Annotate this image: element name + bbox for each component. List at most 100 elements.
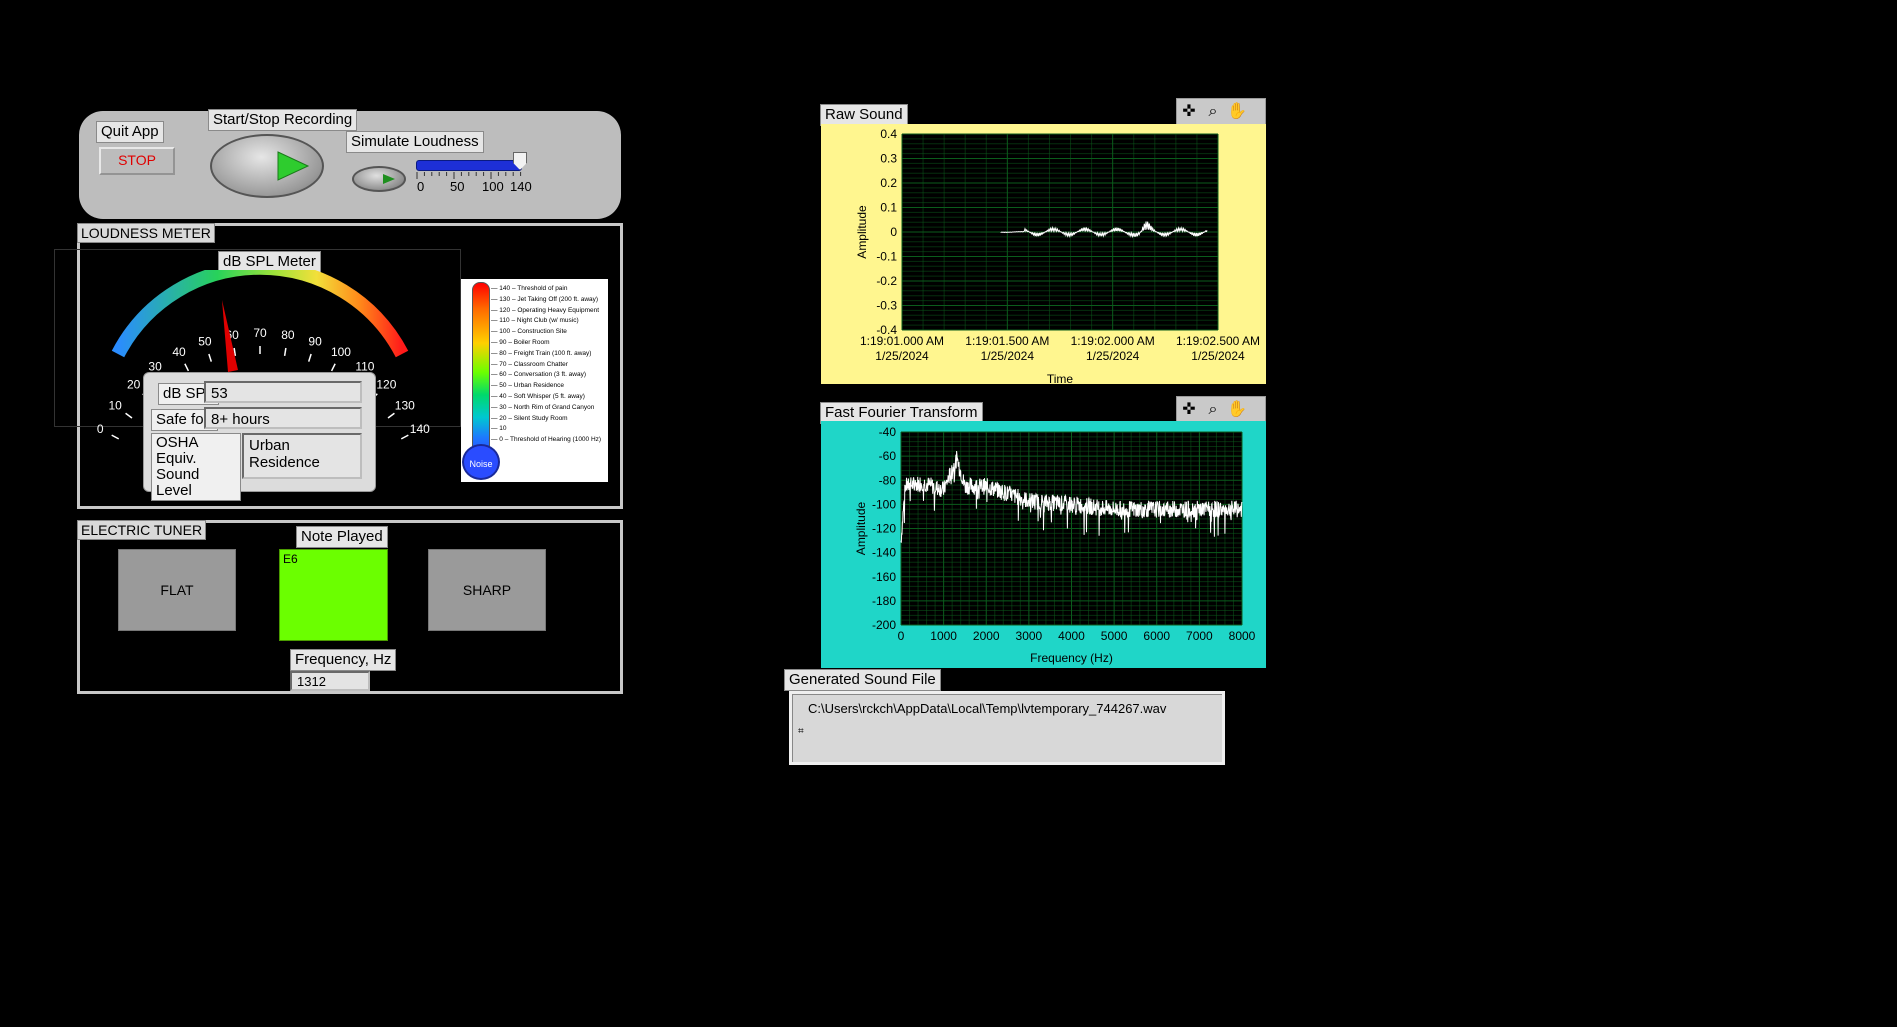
y-tick-label: 0 — [890, 225, 897, 239]
x-tick-label: 1/25/2024 — [875, 349, 929, 363]
y-tick-label: -0.2 — [876, 274, 897, 288]
raw-sound-toolbar: ✜ ⌕ ✋ — [1176, 98, 1266, 126]
flat-indicator: FLAT — [118, 549, 236, 631]
x-tick-label: 6000 — [1143, 629, 1170, 643]
gauge-tick-label: 100 — [331, 345, 351, 359]
pan-hand-icon[interactable]: ✋ — [1226, 101, 1248, 123]
zoom-icon[interactable]: ⌕ — [1202, 101, 1224, 123]
simulate-label: Simulate Loudness — [346, 131, 484, 153]
y-tick-label: 0.1 — [880, 201, 897, 215]
frequency-value: 1312 — [290, 671, 370, 691]
play-icon — [277, 151, 310, 181]
y-tick-label: -0.1 — [876, 250, 897, 264]
thermometer-scale-item: — 40 – Soft Whisper (5 ft. away) — [491, 393, 585, 400]
slider-tick-50: 50 — [450, 179, 465, 194]
cursor-icon[interactable]: ✜ — [1178, 101, 1200, 123]
stop-button-label: STOP — [118, 152, 156, 168]
y-tick-label: 0.4 — [880, 127, 897, 141]
y-tick-label: -200 — [872, 618, 896, 632]
thermometer-tube — [472, 282, 490, 456]
osha-label: OSHA Equiv. Sound Level — [151, 433, 241, 501]
thermometer-scale-item: — 70 – Classroom Chatter — [491, 360, 568, 368]
x-axis-label: Frequency (Hz) — [1030, 651, 1113, 665]
safe-value: 8+ hours — [204, 407, 362, 429]
gauge-tick — [400, 434, 409, 440]
thermometer-scale-item: — 30 – North Rim of Grand Canyon — [491, 403, 595, 411]
spl-value: 53 — [204, 381, 362, 403]
gauge-tick — [283, 347, 287, 357]
gauge-tick-label: 0 — [97, 422, 104, 436]
cursor-icon[interactable]: ✜ — [1178, 399, 1200, 421]
frequency-label: Frequency, Hz — [290, 649, 397, 671]
gauge-tick-label: 10 — [108, 398, 122, 412]
thermometer-scale-item: — 90 – Boiler Room — [491, 339, 550, 346]
x-axis-label: Time — [1047, 372, 1074, 384]
y-tick-label: -120 — [872, 522, 896, 536]
y-tick-label: -0.3 — [876, 299, 897, 313]
loudness-slider[interactable]: 0 50 100 140 — [414, 152, 534, 198]
gauge-tick — [307, 353, 312, 362]
osha-label-text: OSHA Equiv. Sound Level — [156, 434, 200, 499]
noise-thermometer: Noise — 140 – Threshold of pain — 130 – J… — [461, 279, 608, 482]
x-tick-label: 0 — [898, 629, 905, 643]
note-indicator: E6 — [279, 549, 388, 641]
sharp-indicator: SHARP — [428, 549, 546, 631]
thermometer-scale-item: — 110 – Night Club (w/ music) — [491, 317, 579, 325]
gauge-tick-label: 40 — [172, 345, 186, 359]
y-tick-label: 0.3 — [880, 152, 897, 166]
x-tick-label: 1/25/2024 — [1191, 349, 1245, 363]
folder-icon[interactable]: ⌗ — [798, 726, 804, 737]
sound-file-path-box[interactable]: C:\Users\rckch\AppData\Local\Temp\lvtemp… — [789, 691, 1225, 765]
y-axis-label: Amplitude — [854, 502, 868, 556]
note-value: E6 — [283, 552, 298, 566]
note-label: Note Played — [296, 526, 388, 548]
sound-file-path: C:\Users\rckch\AppData\Local\Temp\lvtemp… — [808, 701, 1167, 716]
raw-sound-title: Raw Sound — [820, 104, 908, 126]
record-button[interactable] — [210, 134, 324, 198]
x-tick-label: 1/25/2024 — [1086, 349, 1140, 363]
gauge-tick — [125, 412, 133, 419]
thermometer-scale-item: — 60 – Conversation (3 ft. away) — [491, 371, 587, 379]
fft-chart: -40 -60 -80 -100 -120 -140 -160 -180 -2000 1000 20… — [821, 421, 1266, 668]
gauge-tick-label: 120 — [376, 377, 396, 391]
stop-button[interactable]: STOP — [99, 147, 175, 175]
gauge-tick-label: 140 — [410, 422, 430, 436]
y-tick-label: -100 — [872, 497, 896, 511]
thermometer-scale-item: — 140 – Threshold of pain — [491, 285, 568, 292]
flat-label: FLAT — [160, 582, 194, 598]
thermometer-scale-item: — 100 – Construction Site — [491, 328, 567, 336]
x-tick-label: 1:19:01.500 AM — [965, 334, 1049, 348]
gauge-tick — [208, 353, 213, 362]
x-tick-label: 4000 — [1058, 629, 1085, 643]
fft-toolbar: ✜ ⌕ ✋ — [1176, 396, 1266, 424]
quit-label: Quit App — [96, 121, 164, 143]
osha-value: Urban Residence — [242, 433, 362, 479]
y-tick-label: -40 — [879, 425, 897, 439]
x-tick-label: 5000 — [1101, 629, 1128, 643]
thermometer-scale-item: — 0 – Threshold of Hearing (1000 Hz) — [491, 436, 602, 444]
y-tick-label: -60 — [879, 449, 897, 463]
thermometer-scale-item: — 130 – Jet Taking Off (200 ft. away) — [491, 295, 599, 303]
pan-hand-icon[interactable]: ✋ — [1226, 399, 1248, 421]
loudness-panel-title: LOUDNESS METER — [77, 223, 215, 243]
slider-tick-0: 0 — [417, 179, 425, 194]
thermometer-scale-item: — 120 – Operating Heavy Equipment — [491, 306, 600, 314]
thermometer-scale-item: — 50 – Urban Residence — [491, 382, 564, 390]
zoom-icon[interactable]: ⌕ — [1202, 399, 1224, 421]
x-tick-label: 8000 — [1229, 629, 1256, 643]
y-axis-label: Amplitude — [855, 205, 869, 259]
slider-track — [416, 160, 522, 171]
gauge-tick-label: 50 — [198, 335, 212, 349]
sharp-label: SHARP — [462, 582, 512, 598]
x-tick-label: 1:19:01.000 AM — [860, 334, 944, 348]
y-tick-label: 0.2 — [880, 176, 897, 190]
gauge-tick — [330, 363, 336, 372]
x-tick-label: 7000 — [1186, 629, 1213, 643]
x-tick-label: 1000 — [930, 629, 957, 643]
simulate-toggle[interactable] — [352, 166, 406, 192]
raw-sound-chart: 0.40.30.20.10-0.1-0.2-0.3-0.41:19:01.000… — [821, 124, 1266, 384]
y-tick-label: -160 — [872, 570, 896, 584]
thermometer-bulb: Noise — [462, 444, 500, 480]
y-tick-label: -140 — [872, 546, 896, 560]
x-tick-label: 1/25/2024 — [981, 349, 1035, 363]
